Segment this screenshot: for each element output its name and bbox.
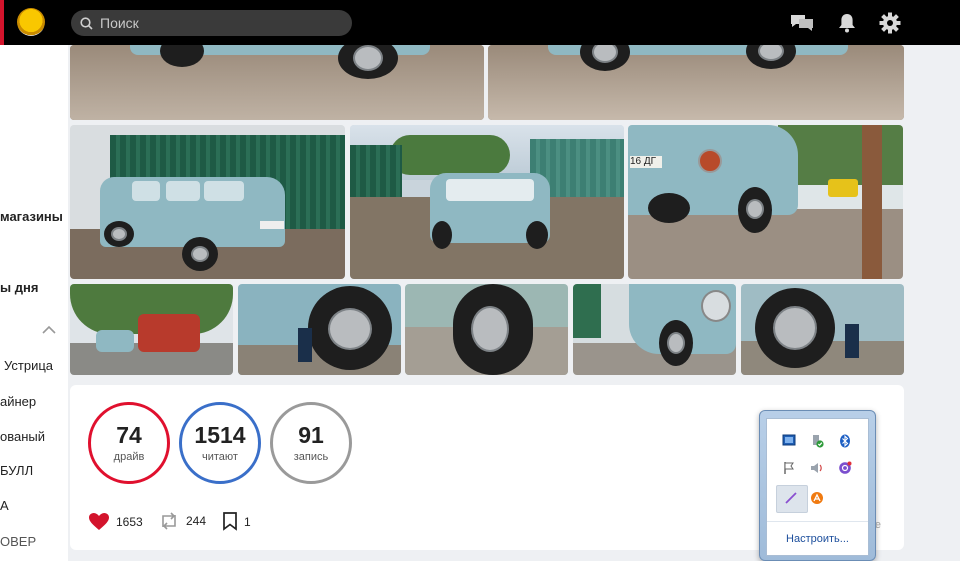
license-plate: 16 ДГ (630, 156, 662, 168)
gear-icon[interactable] (878, 11, 902, 35)
drives-label: драйв (113, 451, 145, 463)
bluetooth-icon[interactable] (837, 433, 853, 449)
photo-street-van[interactable] (70, 284, 233, 375)
search-icon (80, 16, 93, 30)
tray-divider (767, 521, 868, 522)
avast-icon[interactable] (809, 490, 825, 506)
license-plate (260, 221, 284, 229)
entries-counter[interactable]: 91 запись (270, 402, 352, 484)
entries-label: запись (293, 451, 329, 463)
sidebar-item-8[interactable]: ОВЕР (0, 534, 36, 549)
photo-car-front-yard[interactable] (350, 125, 624, 279)
tail-light (698, 149, 722, 173)
photo-car-top-left[interactable] (70, 45, 484, 120)
chevron-up-icon[interactable] (42, 325, 56, 334)
sidebar-item-day[interactable]: ы дня (0, 280, 38, 295)
pen-icon[interactable] (783, 490, 799, 506)
bookmarks-count: 1 (244, 514, 251, 529)
viber-icon[interactable] (837, 460, 853, 476)
sidebar-item-5[interactable]: ованый (0, 429, 45, 444)
tray-configure-link[interactable]: Настроить... (767, 533, 868, 545)
sidebar-item-shops[interactable]: магазины (0, 209, 63, 224)
reposts-count: 244 (186, 514, 207, 528)
search-box[interactable] (71, 10, 352, 36)
photo-wheel-4[interactable] (741, 284, 904, 375)
drives-counter[interactable]: 74 драйв (88, 402, 170, 484)
top-bar (0, 0, 960, 45)
system-tray-popup: Настроить... (759, 410, 876, 561)
readers-value: 1514 (194, 422, 246, 448)
accent-stripe (0, 0, 4, 45)
like-button[interactable]: 1653 (88, 512, 143, 531)
photo-car-fence-side[interactable] (70, 125, 345, 279)
photo-headlight[interactable] (573, 284, 736, 375)
flag-icon[interactable] (781, 460, 797, 476)
photo-car-top-right[interactable] (488, 45, 904, 120)
left-sidebar: магазины ы дня Устрица айнер ованый БУЛЛ… (0, 45, 68, 561)
readers-label: читают (202, 451, 238, 463)
drives-value: 74 (116, 422, 142, 448)
readers-counter[interactable]: 1514 читают (179, 402, 261, 484)
sidebar-item-4[interactable]: айнер (0, 394, 36, 409)
logo-icon[interactable] (17, 8, 45, 36)
photo-wheel-1[interactable] (238, 284, 401, 375)
bookmark-button[interactable]: 1 (222, 512, 251, 531)
sidebar-item-6[interactable]: БУЛЛ (0, 463, 33, 478)
photo-wheel-2[interactable] (405, 284, 568, 375)
heart-icon (89, 513, 109, 530)
sidebar-item-3[interactable]: Устрица (4, 358, 53, 373)
repost-icon (162, 512, 176, 530)
likes-count: 1653 (116, 514, 143, 529)
bookmark-icon (223, 512, 237, 531)
messages-icon[interactable] (790, 11, 814, 35)
safely-remove-hardware-icon[interactable] (809, 433, 825, 449)
repost-button[interactable]: 244 (158, 512, 206, 530)
rusty-post (862, 125, 882, 279)
entries-value: 91 (298, 422, 324, 448)
speaker-icon[interactable] (809, 460, 825, 476)
search-input[interactable] (98, 14, 342, 32)
sidebar-item-7[interactable]: А (0, 498, 9, 513)
bell-icon[interactable] (835, 11, 859, 35)
photo-car-rear[interactable]: 16 ДГ (628, 125, 903, 279)
monitor-icon[interactable] (781, 433, 797, 449)
